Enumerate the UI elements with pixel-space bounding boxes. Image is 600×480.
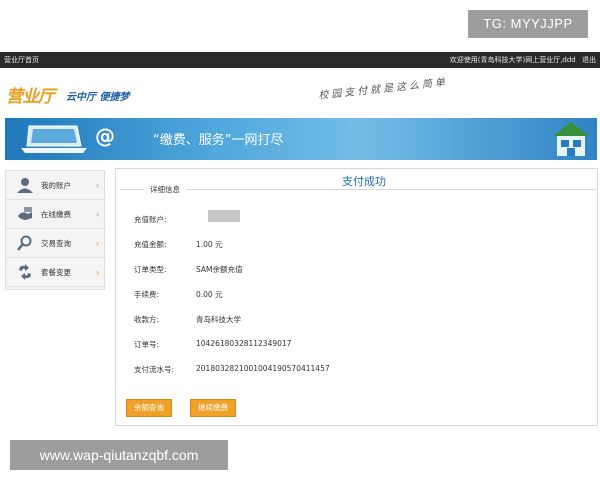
row-label: 订单号:: [134, 340, 160, 349]
row-value: 青岛科技大学: [196, 315, 241, 324]
detail-info-section: 详细信息 充值账户: 充值金额: 1.00 元 订单类型: SAM余额充值 手续…: [120, 184, 596, 374]
sidebar-item-plan-change[interactable]: 套餐变更 ›: [6, 258, 106, 287]
tg-watermark: TG: MYYJJPP: [468, 10, 588, 38]
change-icon: [19, 264, 31, 280]
header: 营业厅 云中厅 便捷梦 校园支付就是这么简单: [0, 70, 600, 116]
row-value: 1.00 元: [196, 240, 223, 249]
chevron-right-icon: ›: [96, 268, 100, 277]
row-label: 订单类型:: [134, 265, 167, 274]
logout-link[interactable]: 退出: [582, 56, 596, 64]
sidebar-item-online-payment[interactable]: 在线缴费 ›: [6, 200, 106, 229]
row-value: 0.00 元: [196, 290, 223, 299]
continue-payment-button[interactable]: 继续缴费: [190, 399, 236, 417]
chevron-right-icon: ›: [96, 239, 100, 248]
sidebar: 我的账户 › 在线缴费 › 交易查询 › 套餐变更 ›: [5, 170, 106, 290]
balance-query-button[interactable]: 余额查询: [126, 399, 172, 417]
top-bar: 营业厅首页 欢迎使用(青岛科技大学)网上营业厅,ddd 退出: [0, 52, 600, 68]
url-watermark: www.wap-qiutanzqbf.com: [10, 440, 228, 470]
row-label: 充值金额:: [134, 240, 167, 249]
row-label: 充值账户:: [134, 215, 167, 224]
top-bar-right: 欢迎使用(青岛科技大学)网上营业厅,ddd 退出: [446, 52, 596, 68]
masked-account-value: [208, 210, 240, 222]
sidebar-item-label: 我的账户: [41, 181, 71, 190]
search-icon: [17, 235, 32, 251]
sidebar-item-transaction-query[interactable]: 交易查询 ›: [6, 229, 106, 258]
row-label: 手续费:: [134, 290, 160, 299]
logo[interactable]: 营业厅: [6, 82, 55, 107]
at-sign-icon: @: [95, 124, 115, 148]
banner: @ “缴费、服务”一网打尽: [5, 118, 597, 160]
row-value: SAM余额充值: [196, 265, 243, 274]
banner-text: “缴费、服务”一网打尽: [153, 133, 284, 148]
welcome-text: 欢迎使用(青岛科技大学)网上营业厅,ddd: [449, 56, 576, 64]
chevron-right-icon: ›: [96, 181, 100, 190]
sidebar-item-my-account[interactable]: 我的账户 ›: [6, 171, 106, 200]
row-value: 10426180328112349017: [196, 339, 292, 348]
row-value: 20180328210010041905704114​57: [196, 364, 330, 373]
sidebar-item-label: 在线缴费: [41, 210, 71, 219]
main-panel: 支付成功 详细信息 充值账户: 充值金额: 1.00 元 订单类型: SAM余额…: [115, 168, 598, 426]
home-link[interactable]: 营业厅首页: [4, 52, 39, 68]
row-label: 收款方:: [134, 315, 160, 324]
logo-subtitle: 云中厅 便捷梦: [66, 92, 130, 103]
sidebar-item-label: 套餐变更: [41, 268, 71, 277]
payment-icon: [18, 207, 32, 220]
page-title: 支付成功: [342, 175, 386, 188]
section-legend: 详细信息: [144, 184, 186, 195]
laptop-icon: [21, 125, 87, 153]
user-icon: [17, 178, 33, 193]
house-icon: [553, 122, 589, 156]
sidebar-item-label: 交易查询: [41, 239, 71, 248]
slogan: 校园支付就是这么简单: [317, 77, 449, 102]
row-label: 支付流水号:: [134, 365, 175, 374]
chevron-right-icon: ›: [96, 210, 100, 219]
